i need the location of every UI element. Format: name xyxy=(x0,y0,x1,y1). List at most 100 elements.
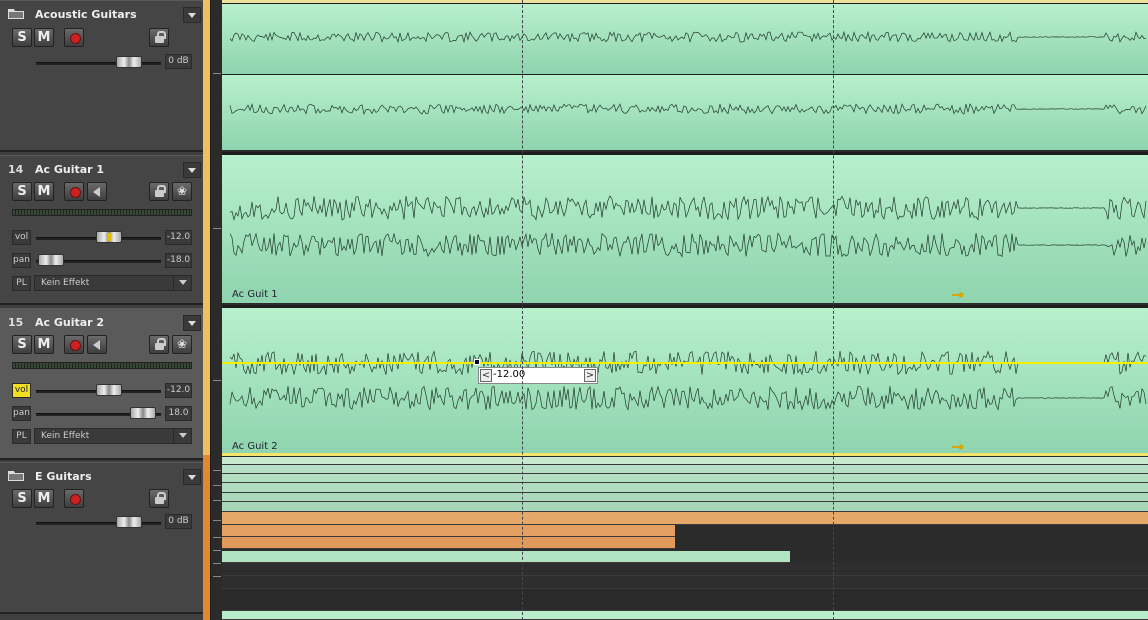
solo-button[interactable]: S xyxy=(12,489,32,508)
mute-button[interactable]: M xyxy=(34,182,54,201)
record-arm-icon[interactable] xyxy=(64,335,84,354)
e-guitars-lane-orange[interactable] xyxy=(222,525,675,537)
increment-arrow-icon[interactable]: > xyxy=(584,369,596,382)
volume-slider-knob[interactable] xyxy=(116,56,142,68)
pan-slider-knob[interactable] xyxy=(130,407,156,419)
track-ac-guitar-1[interactable]: 14 Ac Guitar 1 S M vol -12.0 pan -18.0 P… xyxy=(0,155,203,305)
ruler-tick xyxy=(213,576,221,577)
solo-button[interactable]: S xyxy=(12,335,32,354)
e-guitars-lane[interactable] xyxy=(222,465,1148,474)
folder-icon[interactable] xyxy=(8,8,24,19)
e-guitars-lane[interactable] xyxy=(222,483,1148,493)
volume-slider-knob[interactable] xyxy=(96,384,122,396)
automation-node[interactable] xyxy=(474,359,480,365)
lock-icon[interactable] xyxy=(149,335,169,354)
lock-icon[interactable] xyxy=(149,489,169,508)
chevron-down-icon[interactable] xyxy=(173,275,191,291)
pan-value[interactable]: 18.0 xyxy=(165,406,192,421)
folder-icon[interactable] xyxy=(8,470,24,481)
volume-slider-knob[interactable] xyxy=(116,516,142,528)
e-guitars-lane[interactable] xyxy=(222,457,1148,465)
solo-button[interactable]: S xyxy=(12,28,32,47)
waveform xyxy=(229,30,1147,44)
audio-clip-ac-guit-1[interactable]: Ac Guit 1 xyxy=(222,152,1148,303)
pan-slider-knob[interactable] xyxy=(38,254,64,266)
lock-icon[interactable] xyxy=(149,182,169,201)
track-menu-chevron-down-icon[interactable] xyxy=(183,162,201,178)
next-track-clip[interactable] xyxy=(222,611,1148,620)
ruler-tick xyxy=(213,485,221,486)
e-guitars-lane-orange[interactable] xyxy=(222,537,675,549)
track-header-row: E Guitars xyxy=(0,467,203,485)
track-header-panel: Acoustic Guitars S M 0 dB 14 Ac Guitar 1… xyxy=(0,0,203,620)
mute-button[interactable]: M xyxy=(34,489,54,508)
record-arm-icon[interactable] xyxy=(64,489,84,508)
ruler-tick xyxy=(213,520,221,521)
folder-clip-acoustic-guitars-upper[interactable] xyxy=(222,3,1148,74)
folder-clip-acoustic-guitars-lower[interactable] xyxy=(222,74,1148,150)
fx-icon[interactable] xyxy=(172,182,192,201)
e-guitars-lane-green[interactable] xyxy=(222,551,790,563)
track-ac-guitar-2[interactable]: 15 Ac Guitar 2 S M vol -12.0 pan 18.0 PL… xyxy=(0,308,203,460)
volume-value[interactable]: 0 dB xyxy=(165,54,192,69)
folder-color-strip-lower xyxy=(203,455,210,620)
e-guitars-lane-empty[interactable] xyxy=(222,576,1148,589)
automation-value[interactable]: -12.00 xyxy=(493,369,525,380)
chevron-down-icon[interactable] xyxy=(173,428,191,444)
monitor-speaker-icon[interactable] xyxy=(87,335,107,354)
track-menu-chevron-down-icon[interactable] xyxy=(183,7,201,23)
vol-label[interactable]: vol xyxy=(12,383,31,398)
track-e-guitars[interactable]: E Guitars S M 0 dB xyxy=(0,462,203,614)
e-guitars-lane-orange[interactable] xyxy=(222,512,1148,525)
ruler-tick xyxy=(213,550,221,551)
waveform xyxy=(229,195,1147,258)
ruler-tick xyxy=(213,470,221,471)
pan-label[interactable]: pan xyxy=(12,253,31,268)
volume-slider[interactable] xyxy=(36,522,161,525)
volume-slider[interactable] xyxy=(36,62,161,65)
mute-button[interactable]: M xyxy=(34,28,54,47)
effect-select-value: Kein Effekt xyxy=(41,431,90,441)
e-guitars-lane-empty[interactable] xyxy=(222,563,1148,576)
track-menu-chevron-down-icon[interactable] xyxy=(183,469,201,485)
e-guitars-lane[interactable] xyxy=(222,502,1148,512)
track-menu-chevron-down-icon[interactable] xyxy=(183,315,201,331)
lock-icon[interactable] xyxy=(149,28,169,47)
volume-value[interactable]: -12.0 xyxy=(165,383,192,398)
track-ruler-strip xyxy=(210,0,222,620)
key-icon xyxy=(952,292,964,298)
track-name[interactable]: Acoustic Guitars xyxy=(35,8,137,21)
track-acoustic-guitars[interactable]: Acoustic Guitars S M 0 dB xyxy=(0,0,203,152)
track-selection-border xyxy=(222,453,1148,456)
arrangement-timeline[interactable]: Ac Guit 1 Ac Guit 2 < -12.00 > xyxy=(222,0,1148,620)
track-header-row: Acoustic Guitars xyxy=(0,5,203,23)
pl-label: PL xyxy=(12,276,31,291)
volume-slider-knob[interactable] xyxy=(96,231,122,243)
volume-value[interactable]: -12.0 xyxy=(165,230,192,245)
pan-value[interactable]: -18.0 xyxy=(165,253,192,268)
e-guitars-lane[interactable] xyxy=(222,474,1148,483)
vol-label[interactable]: vol xyxy=(12,230,31,245)
fx-icon[interactable] xyxy=(172,335,192,354)
waveform xyxy=(229,103,1147,115)
decrement-arrow-icon[interactable]: < xyxy=(480,369,492,382)
mute-button[interactable]: M xyxy=(34,335,54,354)
effect-select[interactable]: Kein Effekt xyxy=(34,275,192,291)
ruler-tick xyxy=(213,228,221,229)
volume-automation-line[interactable] xyxy=(222,362,1148,364)
track-name[interactable]: Ac Guitar 1 xyxy=(35,163,104,176)
e-guitars-lane[interactable] xyxy=(222,493,1148,502)
solo-button[interactable]: S xyxy=(12,182,32,201)
key-icon xyxy=(952,444,964,450)
pan-label[interactable]: pan xyxy=(12,406,31,421)
track-name[interactable]: E Guitars xyxy=(35,470,92,483)
effect-select[interactable]: Kein Effekt xyxy=(34,428,192,444)
automation-value-tooltip[interactable]: < -12.00 > xyxy=(478,367,598,384)
record-arm-icon[interactable] xyxy=(64,182,84,201)
record-arm-icon[interactable] xyxy=(64,28,84,47)
monitor-speaker-icon[interactable] xyxy=(87,182,107,201)
track-name[interactable]: Ac Guitar 2 xyxy=(35,316,104,329)
e-guitars-lane-empty[interactable] xyxy=(222,589,1148,611)
audio-clip-ac-guit-2[interactable]: Ac Guit 2 xyxy=(222,305,1148,455)
volume-value[interactable]: 0 dB xyxy=(165,514,192,529)
